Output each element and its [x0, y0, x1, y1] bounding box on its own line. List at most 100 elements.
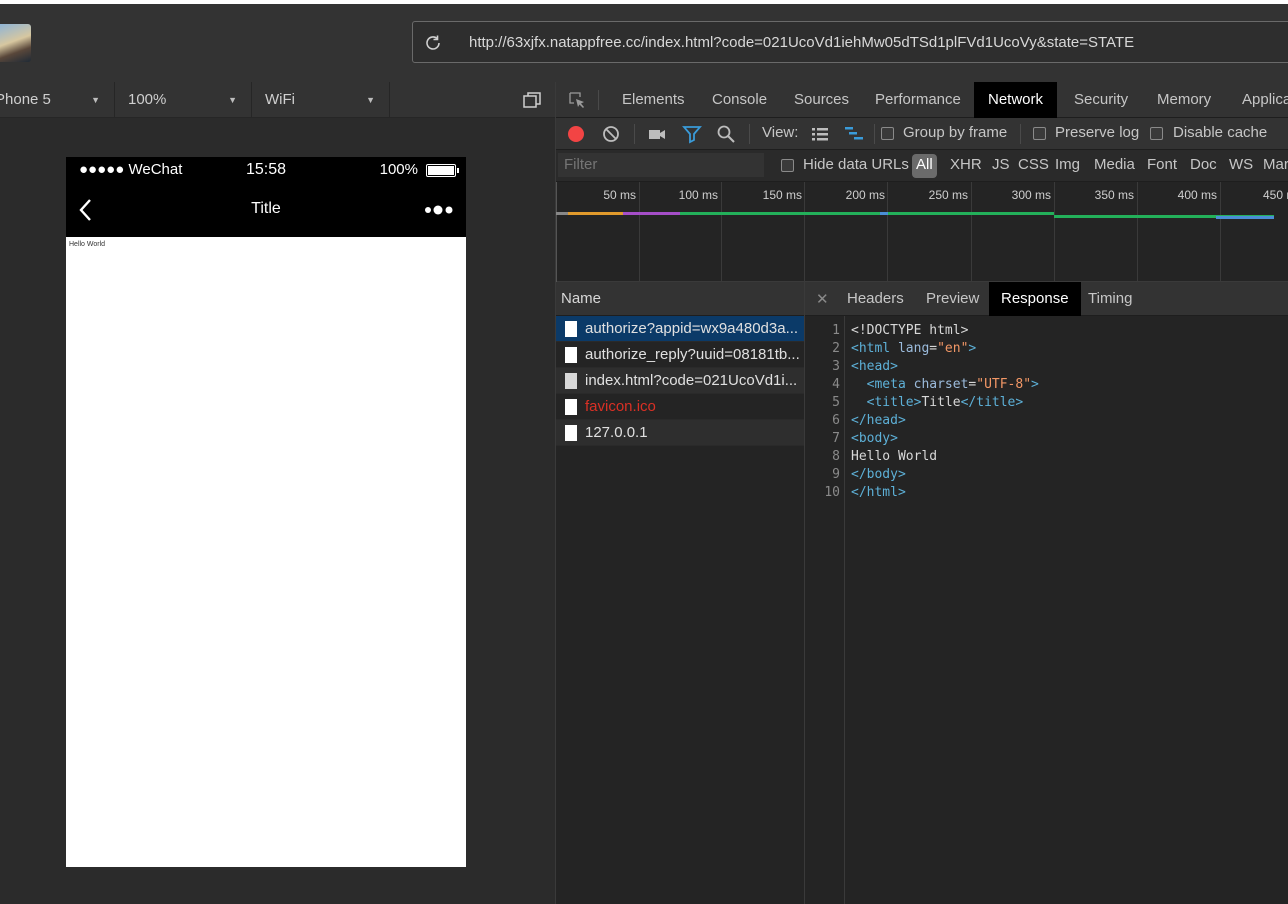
code-text: <title>Title</title>: [866, 395, 1024, 410]
code-text: <body>: [851, 431, 898, 446]
request-row[interactable]: 127.0.0.1: [556, 420, 804, 446]
simulator-area: ●●●●● WeChat 15:58 100% Title Hello Worl…: [0, 118, 555, 904]
code-line: 2 <html lang="en">: [805, 340, 1288, 358]
preserve-log-label: Preserve log: [1055, 124, 1140, 141]
request-name: authorize?appid=wx9a480d3a...: [585, 320, 799, 337]
line-number: 5: [832, 395, 840, 410]
tab-timing[interactable]: Timing: [1076, 282, 1144, 316]
request-row[interactable]: authorize?appid=wx9a480d3a...: [556, 316, 804, 342]
reload-icon[interactable]: [423, 33, 443, 53]
tab-preview[interactable]: Preview: [914, 282, 991, 316]
filter-type-media[interactable]: Media: [1094, 156, 1135, 173]
timeline-tick: [721, 182, 722, 282]
address-bar[interactable]: http://63xjfx.natappfree.cc/index.html?c…: [412, 21, 1288, 63]
tab-elements[interactable]: Elements: [608, 82, 699, 118]
preserve-log-checkbox[interactable]: [1033, 127, 1046, 140]
code-line: 6 </head>: [805, 412, 1288, 430]
timeline-tick: [804, 182, 805, 282]
code-line: 8 Hello World: [805, 448, 1288, 466]
tab-memory[interactable]: Memory: [1143, 82, 1225, 118]
request-name: favicon.ico: [585, 398, 656, 415]
group-by-frame-checkbox[interactable]: [881, 127, 894, 140]
filter-type-img[interactable]: Img: [1055, 156, 1080, 173]
waterfall-view-icon[interactable]: [844, 124, 864, 144]
line-number: 9: [832, 467, 840, 482]
list-view-icon[interactable]: [810, 124, 830, 144]
tab-console[interactable]: Console: [698, 82, 781, 118]
separator: [874, 124, 875, 144]
clear-icon[interactable]: [601, 124, 621, 144]
line-number: 6: [832, 413, 840, 428]
phone-status-bar: ●●●●● WeChat 15:58 100%: [66, 157, 466, 183]
chevron-down-icon: ▼: [366, 95, 375, 105]
carrier-label: ●●●●● WeChat: [79, 161, 183, 178]
request-name: 127.0.0.1: [585, 424, 648, 441]
code-line: 7 <body>: [805, 430, 1288, 448]
timeline-tick-label: 450 m: [1263, 188, 1288, 202]
line-number: 1: [832, 323, 840, 338]
filter-type-all[interactable]: All: [912, 154, 937, 178]
waterfall-bar: [556, 212, 568, 215]
tab-headers[interactable]: Headers: [835, 282, 916, 316]
filter-input[interactable]: [558, 153, 764, 177]
filter-type-manifest[interactable]: Mar: [1263, 156, 1288, 173]
url-text[interactable]: http://63xjfx.natappfree.cc/index.html?c…: [469, 34, 1134, 51]
timeline-tick-label: 250 ms: [928, 188, 968, 202]
tab-performance[interactable]: Performance: [861, 82, 975, 118]
zoom-select[interactable]: 100% ▼: [115, 82, 252, 118]
code-line: 1 <!DOCTYPE html>: [805, 322, 1288, 340]
filter-type-js[interactable]: JS: [992, 156, 1010, 173]
filter-type-font[interactable]: Font: [1147, 156, 1177, 173]
code-line: 5 <title>Title</title>: [805, 394, 1288, 412]
network-toolbar: View: Group by frame Preserve log Disabl…: [556, 118, 1288, 150]
filter-type-css[interactable]: CSS: [1018, 156, 1049, 173]
search-icon[interactable]: [716, 124, 736, 144]
request-name: authorize_reply?uuid=08181tb...: [585, 346, 800, 363]
name-column-header[interactable]: Name: [556, 282, 804, 316]
popout-window-icon[interactable]: [523, 91, 541, 109]
screenshot-camera-icon[interactable]: [647, 124, 667, 144]
close-icon[interactable]: ✕: [816, 290, 829, 308]
disable-cache-checkbox[interactable]: [1150, 127, 1163, 140]
network-select-value: WiFi: [265, 91, 295, 108]
document-icon: [565, 425, 577, 441]
timeline-tick-label: 400 ms: [1177, 188, 1217, 202]
user-avatar[interactable]: [0, 24, 31, 62]
response-source[interactable]: 1 <!DOCTYPE html> 2 <html lang="en"> 3 <head>…: [805, 322, 1288, 502]
filter-icon[interactable]: [682, 124, 702, 144]
tab-response[interactable]: Response: [989, 282, 1081, 316]
device-select[interactable]: Phone 5 ▼: [0, 82, 115, 118]
tab-sources[interactable]: Sources: [780, 82, 863, 118]
request-row[interactable]: authorize_reply?uuid=08181tb...: [556, 342, 804, 368]
network-overview-timeline[interactable]: 50 ms 100 ms 150 ms 200 ms 250 ms 300 ms…: [556, 182, 1288, 282]
separator: [598, 90, 599, 110]
timeline-tick-label: 150 ms: [762, 188, 802, 202]
line-number: 7: [832, 431, 840, 446]
record-icon[interactable]: [568, 126, 584, 142]
line-number: 10: [824, 485, 840, 500]
code-line: 4 <meta charset="UTF-8">: [805, 376, 1288, 394]
tab-network[interactable]: Network: [974, 82, 1058, 118]
timeline-tick-label: 50 ms: [603, 188, 636, 202]
line-number: 4: [832, 377, 840, 392]
code-text: <!DOCTYPE html>: [851, 323, 969, 338]
more-dots-icon[interactable]: [424, 203, 454, 217]
request-row[interactable]: index.html?code=021UcoVd1i...: [556, 368, 804, 394]
code-text: <head>: [851, 359, 898, 374]
filter-type-xhr[interactable]: XHR: [950, 156, 982, 173]
tab-application[interactable]: Applica: [1228, 82, 1288, 118]
tab-security[interactable]: Security: [1060, 82, 1142, 118]
separator: [1020, 124, 1021, 144]
network-select[interactable]: WiFi ▼: [252, 82, 390, 118]
hide-data-urls-checkbox[interactable]: [781, 159, 794, 172]
filter-type-doc[interactable]: Doc: [1190, 156, 1217, 173]
device-select-value: Phone 5: [0, 91, 51, 108]
code-text: </html>: [851, 485, 906, 500]
request-row[interactable]: favicon.ico: [556, 394, 804, 420]
timeline-tick: [556, 182, 557, 282]
timeline-tick: [639, 182, 640, 282]
code-line: 10 </html>: [805, 484, 1288, 502]
inspect-element-icon[interactable]: [568, 91, 586, 109]
timeline-tick-label: 200 ms: [845, 188, 885, 202]
filter-type-ws[interactable]: WS: [1229, 156, 1253, 173]
